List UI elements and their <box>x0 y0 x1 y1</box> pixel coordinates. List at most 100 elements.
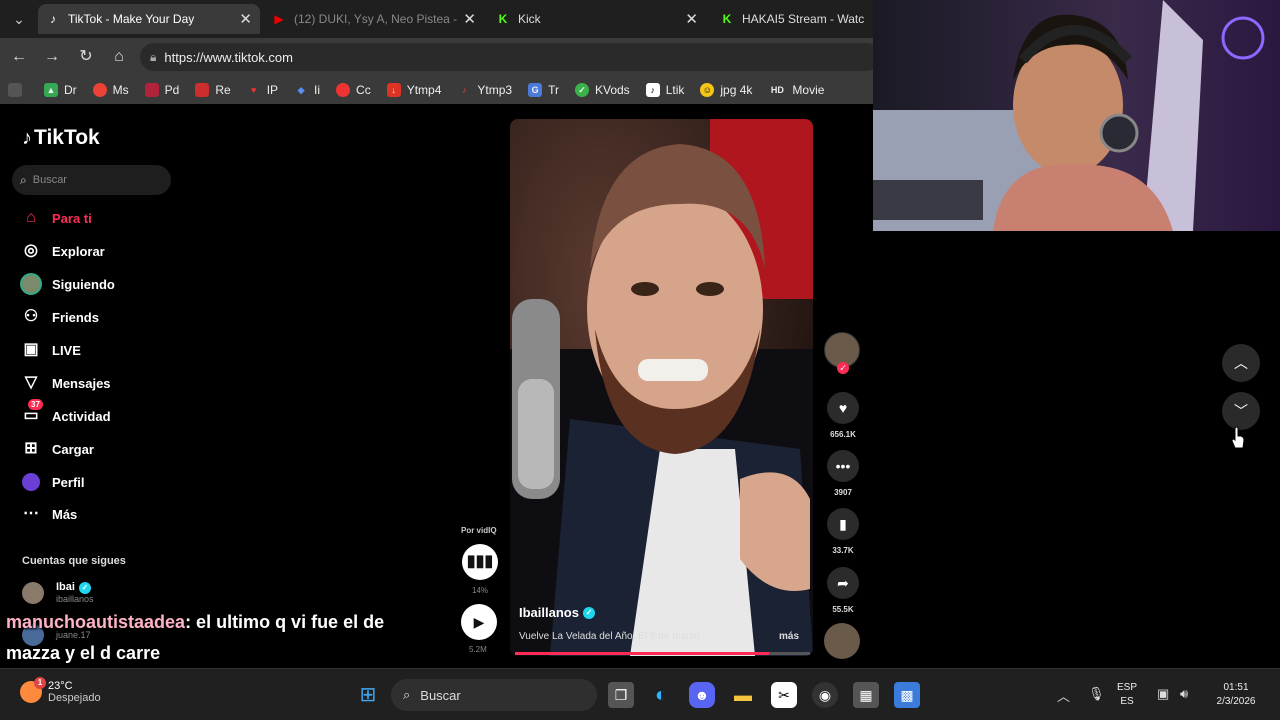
microphone-icon[interactable]: 🎙︎ <box>1088 686 1105 702</box>
share-icon: ➦ <box>827 567 859 599</box>
search-input[interactable]: ⌕ Buscar <box>12 165 171 195</box>
sidebar: ♪ TikTok ⌕ Buscar ⌂ Para ti ◎ Explorar S… <box>0 104 180 668</box>
bookmark-favicon-icon <box>144 83 159 97</box>
nav-label: LIVE <box>52 342 81 358</box>
video-player[interactable] <box>510 119 813 656</box>
tab-tiktok[interactable]: ♪ TikTok - Make Your Day ✕ <box>38 4 260 34</box>
home-icon[interactable]: ⌂ <box>108 46 130 68</box>
bookmark-label: Pd <box>164 83 180 97</box>
site-info-icon[interactable]: 🔒︎ <box>150 50 156 65</box>
previous-video-button[interactable]: ︿ <box>1222 344 1260 382</box>
bookmark-sidebar-icon[interactable] <box>8 83 28 97</box>
stream-chat-message: manuchoautistaadea: el ultimo q vi fue e… <box>6 607 426 669</box>
search-icon: ⌕ <box>403 687 411 702</box>
account-handle: ibaillanos <box>56 594 94 604</box>
vidiq-stats-button[interactable]: ▮▮▮ <box>462 544 498 580</box>
bookmark-item[interactable]: ◆ Ii <box>294 83 320 97</box>
bookmark-item[interactable]: ♥ IP <box>247 83 278 97</box>
send-icon: ▽ <box>24 374 38 391</box>
bookmark-label: jpg 4k <box>720 83 753 97</box>
nav-mensajes[interactable]: ▽ Mensajes <box>20 371 111 395</box>
capcut-icon[interactable]: ✂ <box>771 682 797 708</box>
tray-expand-icon[interactable]: ︿ <box>1057 686 1070 705</box>
search-icon: ⌕ <box>20 172 27 187</box>
bookmark-favicon-icon: ♪ <box>462 85 467 95</box>
nav-friends[interactable]: ⚇ Friends <box>20 305 99 329</box>
bookmark-item[interactable]: G Tr <box>528 83 559 97</box>
bookmark-item[interactable]: HD Movie <box>768 83 825 97</box>
address-bar[interactable]: 🔒︎ https://www.tiktok.com <box>140 43 880 71</box>
nav-para-ti[interactable]: ⌂ Para ti <box>20 206 92 230</box>
app-icon[interactable]: ▩ <box>894 682 920 708</box>
nav-label: Friends <box>52 309 99 325</box>
video-frame <box>510 119 813 656</box>
like-button[interactable]: ♥ 656.1K <box>825 392 861 439</box>
nav-mas[interactable]: ⋯ Más <box>20 502 77 526</box>
chrome-icon[interactable]: ◉ <box>812 682 838 708</box>
webcam-frame <box>873 0 1280 231</box>
comment-icon: ••• <box>827 450 859 482</box>
next-video-button[interactable]: ﹀ <box>1222 392 1260 430</box>
temperature: 23°C <box>48 680 73 692</box>
tab-youtube[interactable]: ▶ (12) DUKI, Ysy A, Neo Pistea - QUÉ ✕ <box>264 4 484 34</box>
more-link[interactable]: más <box>779 631 799 642</box>
bookmark-item[interactable]: Re <box>195 83 231 97</box>
save-button[interactable]: ▮ 33.7K <box>825 508 861 555</box>
compass-icon: ◎ <box>24 242 38 259</box>
like-count: 656.1K <box>830 430 856 439</box>
nav-actividad[interactable]: ▭ 37 Actividad <box>20 399 111 428</box>
reload-icon[interactable]: ↻ <box>75 46 97 68</box>
close-tab-icon[interactable]: ✕ <box>463 10 476 28</box>
bar-chart-icon: ▮▮▮ <box>466 553 494 570</box>
bookmark-item[interactable]: Cc <box>336 83 371 97</box>
edge-icon[interactable]: ◐ <box>648 682 674 708</box>
vidiq-label: Por vidIQ <box>461 526 497 535</box>
follow-plus-icon[interactable]: ✓ <box>837 362 849 374</box>
share-button[interactable]: ➦ 55.5K <box>825 567 861 614</box>
video-author[interactable]: Ibaillanos ✓ <box>519 605 595 620</box>
forward-icon[interactable]: → <box>41 46 63 68</box>
video-progress-bar[interactable] <box>515 652 810 655</box>
tiktok-logo[interactable]: ♪ TikTok <box>22 126 100 150</box>
bookmark-item[interactable]: ▲ Dr <box>44 83 77 97</box>
close-tab-icon[interactable]: ✕ <box>239 10 252 28</box>
nav-explorar[interactable]: ◎ Explorar <box>20 239 105 263</box>
tab-kick[interactable]: K Kick ✕ <box>488 4 706 34</box>
bookmark-item[interactable]: Ms <box>92 83 129 97</box>
taskbar-search[interactable]: ⌕ Buscar <box>391 679 597 711</box>
friends-icon: ⚇ <box>23 308 39 325</box>
following-account[interactable]: Ibai ✓ ibaillanos <box>22 581 94 604</box>
volume-icon[interactable]: 🔊︎ <box>1180 686 1188 702</box>
bookmark-label: Tr <box>548 83 559 97</box>
windows-taskbar: 1 23°C Despejado ⊞ ⌕ Buscar ❐ ◐ ☻ ▬ ✂ ◉ … <box>0 668 1280 720</box>
bookmark-item[interactable]: ☺ jpg 4k <box>700 83 752 97</box>
nav-siguiendo[interactable]: Siguiendo <box>20 272 115 296</box>
bookmark-item[interactable]: ↓ Ytmp4 <box>386 83 442 97</box>
language-indicator[interactable]: ESP ES <box>1117 681 1137 709</box>
nav-live[interactable]: ▣ LIVE <box>20 338 81 362</box>
bookmark-item[interactable]: Pd <box>144 83 180 97</box>
bookmark-item[interactable]: ♪ Ytmp3 <box>457 83 512 97</box>
tab-actions-chevron-icon[interactable]: ⌄ <box>8 8 30 30</box>
profile-icon <box>20 471 42 493</box>
sound-avatar[interactable] <box>824 623 860 659</box>
bookmark-item[interactable]: ✓ KVods <box>574 83 630 97</box>
clock[interactable]: 01:51 2/3/2026 <box>1206 681 1266 709</box>
windows-start-icon[interactable]: ⊞ <box>355 682 381 708</box>
nav-cargar[interactable]: ⊞ Cargar <box>20 437 94 461</box>
back-icon[interactable]: ← <box>8 46 30 68</box>
nav-perfil[interactable]: Perfil <box>20 470 85 494</box>
play-button[interactable]: ▶ <box>461 604 497 640</box>
app-icon[interactable]: ▦ <box>853 682 879 708</box>
task-view-icon[interactable]: ❐ <box>608 682 634 708</box>
discord-icon[interactable]: ☻ <box>689 682 715 708</box>
bookmark-item[interactable]: ♪ Ltik <box>645 83 684 97</box>
nav-label: Mensajes <box>52 375 111 391</box>
tab-hakai5[interactable]: K HAKAI5 Stream - Watch Liv <box>712 4 873 34</box>
close-tab-icon[interactable]: ✕ <box>685 10 698 28</box>
file-explorer-icon[interactable]: ▬ <box>730 682 756 708</box>
bookmark-label: Ytmp4 <box>406 83 442 97</box>
network-icon[interactable]: ▣ <box>1157 686 1169 702</box>
weather-widget[interactable]: 1 23°C Despejado <box>20 677 101 704</box>
comment-button[interactable]: ••• 3907 <box>825 450 861 497</box>
